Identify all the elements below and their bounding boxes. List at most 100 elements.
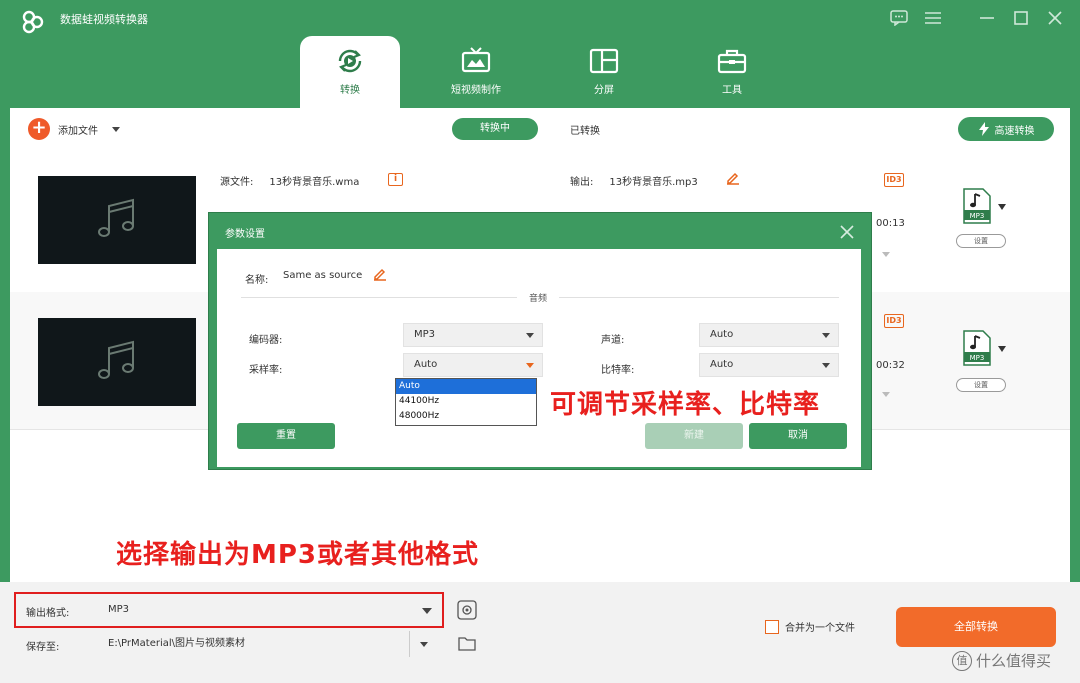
chevron-down-icon[interactable] <box>998 204 1006 210</box>
tab-label: 转换 <box>340 85 360 96</box>
tab-short-video[interactable]: 短视频制作 <box>426 36 526 108</box>
chevron-down-icon[interactable] <box>112 126 120 132</box>
chevron-down-icon <box>822 333 830 338</box>
fast-convert-label: 高速转换 <box>994 125 1035 137</box>
dialog-title: 参数设置 <box>225 229 265 240</box>
add-file-button[interactable]: + 添加文件 <box>28 118 120 140</box>
plus-icon: + <box>28 118 50 140</box>
chevron-down-icon[interactable] <box>998 346 1006 352</box>
music-note-icon <box>98 198 134 237</box>
fast-convert-button[interactable]: 高速转换 <box>958 117 1054 141</box>
id3-icon[interactable]: ID3 <box>884 173 904 187</box>
app-title: 数据蛙视频转换器 <box>60 13 148 26</box>
tv-icon <box>461 47 491 73</box>
folder-icon[interactable] <box>457 634 477 654</box>
save-path-field[interactable]: E:\PrMaterial\图片与视频素材 <box>100 631 410 657</box>
bitrate-select[interactable]: Auto <box>699 353 839 377</box>
convert-icon <box>338 49 362 73</box>
encoder-select[interactable]: MP3 <box>403 323 543 347</box>
id3-icon[interactable]: ID3 <box>884 314 904 328</box>
save-path-value: E:\PrMaterial\图片与视频素材 <box>108 638 246 649</box>
encoder-label: 编码器: <box>249 335 283 346</box>
samplerate-label: 采样率: <box>249 365 283 376</box>
tab-split-screen[interactable]: 分屏 <box>554 36 654 108</box>
chevron-down-icon <box>526 363 534 368</box>
bitrate-label: 比特率: <box>601 365 635 376</box>
cancel-button[interactable]: 取消 <box>749 423 847 449</box>
tab-convert[interactable]: 转换 <box>300 36 400 108</box>
encoder-value: MP3 <box>414 329 436 340</box>
parameter-dialog: 参数设置 名称: Same as source 音频 编码器: MP3 声道: … <box>208 212 872 470</box>
feedback-icon[interactable] <box>888 8 910 28</box>
convert-all-button[interactable]: 全部转换 <box>896 607 1056 647</box>
section-audio: 音频 <box>517 291 560 304</box>
format-badge: MP3 <box>970 212 985 220</box>
add-file-label: 添加文件 <box>58 125 98 137</box>
chevron-down-icon <box>526 333 534 338</box>
tab-converting[interactable]: 转换中 <box>452 118 538 140</box>
ok-button[interactable]: 新建 <box>645 423 743 449</box>
duration: 00:13 <box>876 218 905 229</box>
watermark: 值 什么值得买 <box>952 650 1051 671</box>
chevron-down-icon[interactable] <box>420 642 428 647</box>
app-logo-icon <box>22 10 44 34</box>
dropdown-option[interactable]: Auto <box>396 379 536 394</box>
duration: 00:32 <box>876 360 905 371</box>
bitrate-value: Auto <box>710 359 734 370</box>
source-label: 源文件: <box>220 177 254 188</box>
chevron-down-icon <box>822 363 830 368</box>
close-icon[interactable] <box>837 222 857 242</box>
tab-label: 短视频制作 <box>451 85 501 96</box>
output-label: 输出: <box>570 177 594 188</box>
video-thumbnail[interactable] <box>38 318 196 406</box>
toolbox-icon <box>717 49 747 74</box>
info-icon[interactable]: i <box>388 173 403 186</box>
app-window: 数据蛙视频转换器 转换 短视频制作 分屏 工具 + 添加文件 转换中 已转换 高… <box>0 0 1080 683</box>
dropdown-option[interactable]: 44100Hz <box>396 394 536 409</box>
reset-button[interactable]: 重置 <box>237 423 335 449</box>
video-thumbnail[interactable] <box>38 176 196 264</box>
highlight-box <box>14 592 444 628</box>
save-to-label: 保存至: <box>26 642 60 653</box>
music-note-icon <box>98 340 134 379</box>
close-icon[interactable] <box>1044 8 1066 28</box>
tab-tools[interactable]: 工具 <box>682 36 782 108</box>
watermark-text: 什么值得买 <box>976 652 1052 670</box>
source-filename: 13秒背景音乐.wma <box>269 177 360 188</box>
samplerate-select[interactable]: Auto <box>403 353 543 377</box>
channel-label: 声道: <box>601 335 625 346</box>
format-badge: MP3 <box>970 354 985 362</box>
minimize-icon[interactable] <box>976 8 998 28</box>
format-settings-icon[interactable] <box>457 600 477 620</box>
output-filename: 13秒背景音乐.mp3 <box>609 177 698 188</box>
mp3-format-icon[interactable]: MP3 <box>962 188 992 224</box>
output-file: 输出: 13秒背景音乐.mp3 <box>570 173 698 188</box>
mp3-format-icon[interactable]: MP3 <box>962 330 992 366</box>
tab-label: 工具 <box>722 85 742 96</box>
channel-value: Auto <box>710 329 734 340</box>
watermark-logo: 值 <box>952 650 972 671</box>
chevron-down-icon[interactable] <box>882 252 890 257</box>
channel-select[interactable]: Auto <box>699 323 839 347</box>
chevron-down-icon[interactable] <box>882 392 890 397</box>
source-file: 源文件: 13秒背景音乐.wma <box>220 173 359 188</box>
dropdown-option[interactable]: 48000Hz <box>396 409 536 424</box>
settings-button[interactable]: 设置 <box>956 378 1006 392</box>
maximize-icon[interactable] <box>1010 8 1032 28</box>
settings-button[interactable]: 设置 <box>956 234 1006 248</box>
merge-label: 合并为一个文件 <box>785 623 855 634</box>
edit-icon[interactable] <box>726 171 740 185</box>
checkbox[interactable] <box>765 619 779 634</box>
name-value: Same as source <box>283 270 363 281</box>
tab-converted[interactable]: 已转换 <box>570 122 600 137</box>
samplerate-value: Auto <box>414 359 438 370</box>
merge-checkbox[interactable]: 合并为一个文件 <box>765 619 855 634</box>
menu-icon[interactable] <box>922 8 944 28</box>
dialog-body: 名称: Same as source 音频 编码器: MP3 声道: Auto … <box>217 249 861 467</box>
edit-icon[interactable] <box>373 267 387 281</box>
name-label: 名称: <box>245 275 269 286</box>
annotation-sample-rate: 可调节采样率、比特率 <box>550 390 821 420</box>
annotation-output-format: 选择输出为MP3或者其他格式 <box>116 540 480 570</box>
split-screen-icon <box>589 48 619 74</box>
samplerate-dropdown: Auto 44100Hz 48000Hz <box>395 378 537 426</box>
